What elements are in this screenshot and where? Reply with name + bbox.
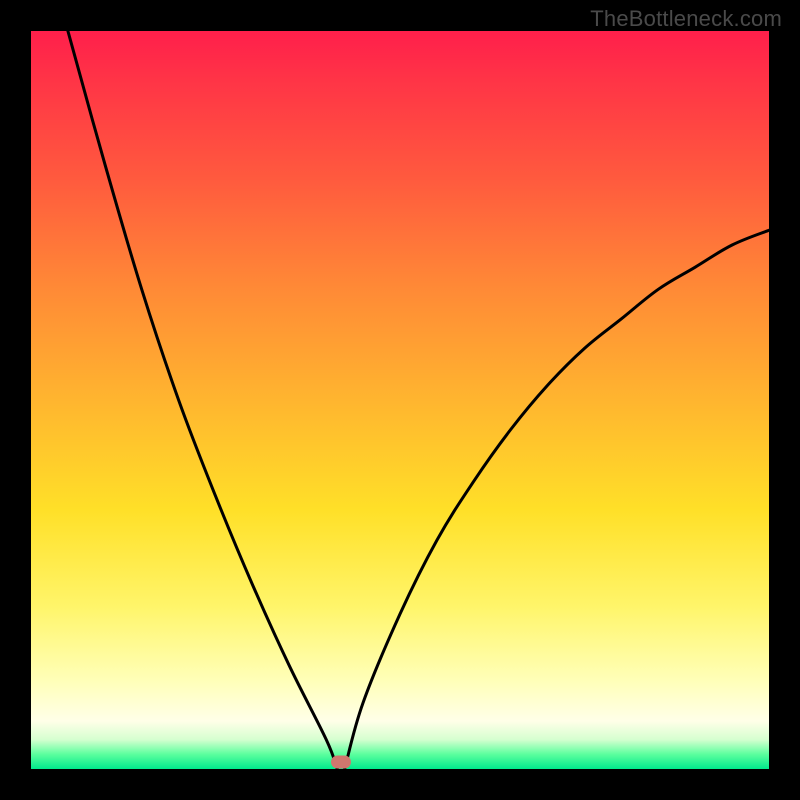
chart-frame: TheBottleneck.com [0,0,800,800]
bottleneck-curve [31,31,769,769]
curve-left-branch [68,31,337,769]
optimum-marker [331,756,351,769]
watermark-text: TheBottleneck.com [590,6,782,32]
plot-area [31,31,769,769]
curve-right-branch [345,230,769,769]
